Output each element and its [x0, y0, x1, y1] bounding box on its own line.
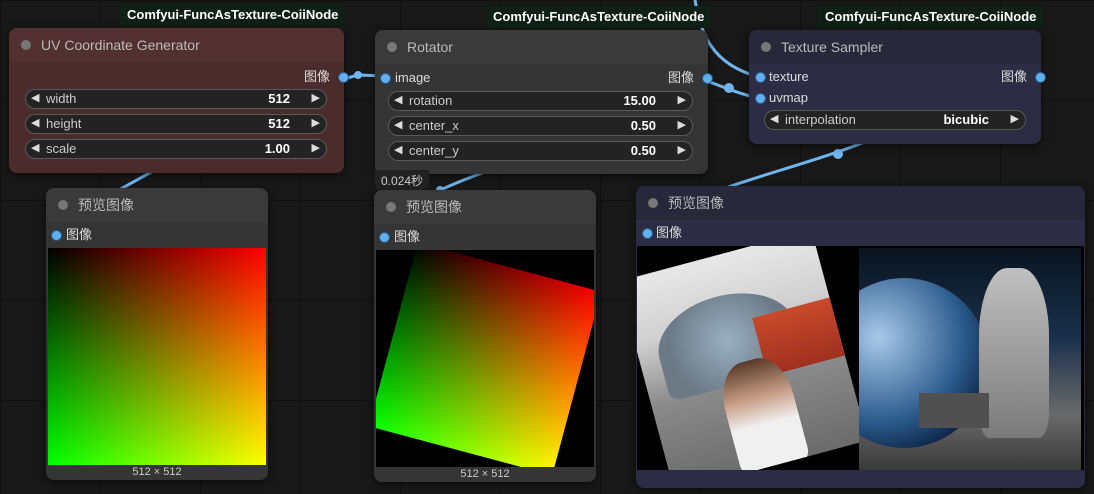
preview-image-node-3[interactable]: 预览图像 图像	[636, 186, 1085, 488]
node-title-bar[interactable]: 预览图像	[374, 190, 596, 224]
output-image-row: 图像	[9, 68, 349, 86]
input-label: 图像	[66, 227, 93, 242]
triangle-right-icon[interactable]: ▶	[678, 143, 686, 156]
triangle-left-icon[interactable]: ◀	[770, 112, 778, 125]
triangle-right-icon[interactable]: ▶	[312, 116, 320, 129]
output-socket-icon[interactable]	[1035, 72, 1046, 83]
node-source-badge-rotator: Comfyui-FuncAsTexture-CoiiNode	[486, 6, 712, 28]
widget-label: height	[46, 116, 82, 131]
input-socket-icon[interactable]	[642, 228, 653, 239]
triangle-left-icon[interactable]: ◀	[31, 91, 39, 104]
widget-value[interactable]: 1.00	[265, 141, 290, 156]
preview-images-area[interactable]	[637, 246, 1084, 470]
widget-label: center_x	[409, 118, 459, 133]
execution-time-label: 0.024秒	[375, 170, 430, 191]
triangle-right-icon[interactable]: ▶	[1011, 112, 1019, 125]
widget-label: width	[46, 91, 77, 106]
triangle-left-icon[interactable]: ◀	[394, 93, 402, 106]
node-title: 预览图像	[668, 195, 724, 211]
input-label: 图像	[394, 229, 421, 244]
wire-sampler-to-preview3[interactable]	[719, 138, 871, 192]
interpolation-widget[interactable]: ◀ interpolation bicubic ▶	[764, 110, 1026, 130]
node-title-bar[interactable]: 预览图像	[46, 188, 268, 222]
node-title: UV Coordinate Generator	[41, 37, 200, 53]
image-size-label: 512 × 512	[132, 466, 182, 478]
preview-image-node-2[interactable]: 预览图像 图像 512 × 512	[374, 190, 596, 482]
preview-image-rotated[interactable]	[376, 250, 594, 467]
preview-image-node-1[interactable]: 预览图像 图像 512 × 512	[46, 188, 268, 480]
height-widget[interactable]: ◀ height 512 ▶	[25, 114, 327, 134]
widget-value[interactable]: 15.00	[623, 93, 656, 108]
output-label: 图像	[667, 70, 694, 85]
collapse-dot-icon[interactable]	[648, 198, 658, 208]
triangle-right-icon[interactable]: ▶	[678, 118, 686, 131]
widget-label: interpolation	[785, 112, 856, 127]
node-source-badge-sampler: Comfyui-FuncAsTexture-CoiiNode	[818, 6, 1044, 28]
node-title-bar[interactable]: 预览图像	[636, 186, 1085, 220]
widget-value[interactable]: 0.50	[631, 118, 656, 133]
triangle-right-icon[interactable]: ▶	[312, 91, 320, 104]
rotator-node[interactable]: Rotator image 图像 ◀ rotation 15.00 ▶ ◀ ce…	[375, 30, 713, 174]
widget-value[interactable]: 512	[268, 91, 290, 106]
node-title: 预览图像	[78, 197, 134, 213]
node-source-badge-uv: Comfyui-FuncAsTexture-CoiiNode	[120, 4, 346, 26]
input-label: 图像	[656, 225, 683, 240]
collapse-dot-icon[interactable]	[387, 42, 397, 52]
widget-value[interactable]: bicubic	[943, 112, 989, 127]
output-label: 图像	[1000, 69, 1027, 84]
widget-value[interactable]: 512	[268, 116, 290, 131]
widget-label: scale	[46, 141, 77, 156]
triangle-left-icon[interactable]: ◀	[394, 143, 402, 156]
width-widget[interactable]: ◀ width 512 ▶	[25, 89, 327, 109]
center-y-widget[interactable]: ◀ center_y 0.50 ▶	[388, 141, 693, 161]
output-image-row: 图像	[749, 68, 1046, 86]
node-title: Rotator	[407, 39, 453, 55]
triangle-left-icon[interactable]: ◀	[31, 116, 39, 129]
triangle-left-icon[interactable]: ◀	[31, 141, 39, 154]
input-socket-icon[interactable]	[379, 232, 390, 243]
sampled-photo-city[interactable]	[637, 246, 868, 470]
node-title-bar[interactable]: UV Coordinate Generator	[9, 28, 344, 62]
rotated-uv-gradient	[376, 250, 594, 467]
collapse-dot-icon[interactable]	[21, 40, 31, 50]
collapse-dot-icon[interactable]	[761, 42, 771, 52]
widget-value[interactable]: 0.50	[631, 143, 656, 158]
preview-image-uv-gradient[interactable]	[48, 248, 266, 465]
center-x-widget[interactable]: ◀ center_x 0.50 ▶	[388, 116, 693, 136]
triangle-right-icon[interactable]: ▶	[312, 141, 320, 154]
uv-coordinate-generator-node[interactable]: UV Coordinate Generator 图像 ◀ width 512 ▶…	[9, 28, 349, 173]
input-label: uvmap	[769, 90, 809, 105]
image-size-label: 512 × 512	[460, 468, 510, 480]
node-title: 预览图像	[406, 199, 462, 215]
widget-label: rotation	[409, 93, 453, 108]
rover-shape	[919, 393, 989, 428]
input-socket-icon[interactable]	[51, 230, 62, 241]
widget-label: center_y	[409, 143, 459, 158]
output-socket-icon[interactable]	[702, 73, 713, 84]
node-title: Texture Sampler	[781, 39, 883, 55]
node-title-bar[interactable]: Texture Sampler	[749, 30, 1041, 64]
output-socket-icon[interactable]	[338, 72, 349, 83]
astronaut-shape	[979, 268, 1049, 438]
scale-widget[interactable]: ◀ scale 1.00 ▶	[25, 139, 327, 159]
output-image-row: 图像	[375, 69, 713, 87]
collapse-dot-icon[interactable]	[386, 202, 396, 212]
sampled-photo-astronaut[interactable]	[859, 248, 1081, 470]
rotation-widget[interactable]: ◀ rotation 15.00 ▶	[388, 91, 693, 111]
node-title-bar[interactable]: Rotator	[375, 30, 708, 64]
triangle-left-icon[interactable]: ◀	[394, 118, 402, 131]
collapse-dot-icon[interactable]	[58, 200, 68, 210]
output-label: 图像	[303, 69, 330, 84]
texture-sampler-node[interactable]: Texture Sampler texture uvmap 图像 ◀ inter…	[749, 30, 1046, 144]
input-socket-icon[interactable]	[755, 93, 766, 104]
triangle-right-icon[interactable]: ▶	[678, 93, 686, 106]
